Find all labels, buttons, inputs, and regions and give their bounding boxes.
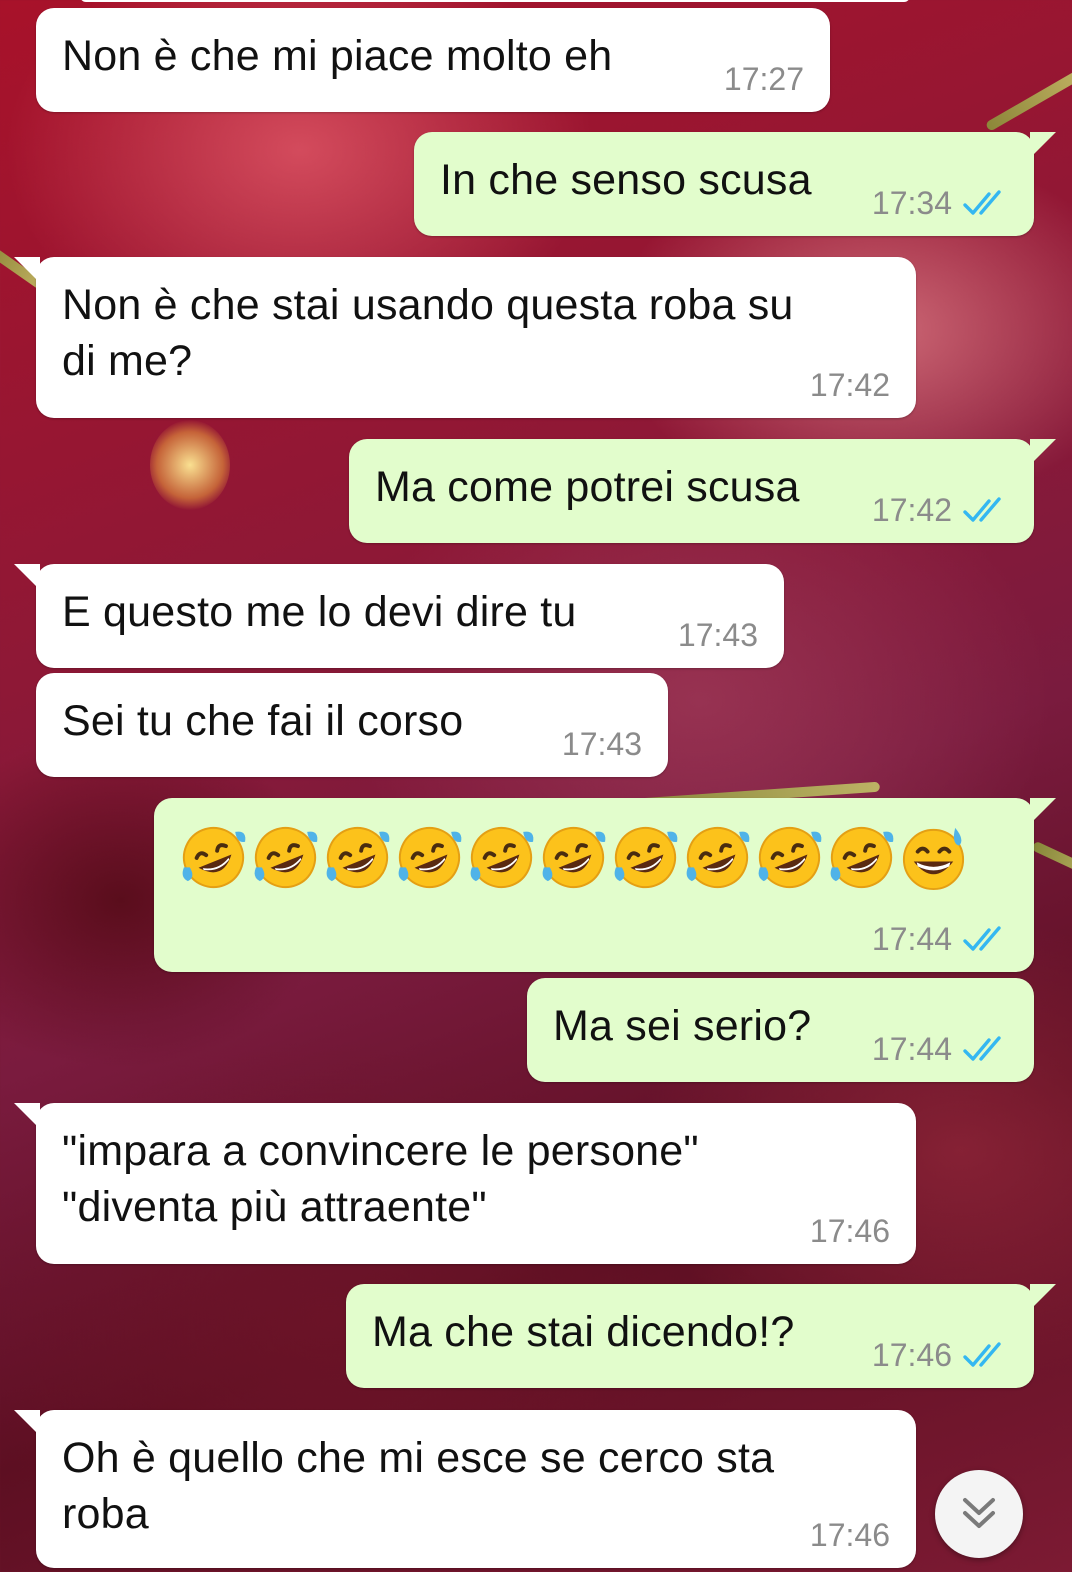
message-time: 17:46 — [809, 1213, 890, 1249]
outgoing-message[interactable]: Ma come potrei scusa 17:42 — [349, 439, 1056, 543]
message-meta: 17:43 — [678, 617, 758, 654]
outgoing-message[interactable]: Ma che stai dicendo!? 17:46 — [346, 1284, 1056, 1388]
message-time: 17:44 — [871, 921, 952, 957]
read-double-check-icon — [963, 925, 1001, 951]
incoming-message[interactable]: Non è che stai usando questa roba su di … — [14, 257, 916, 418]
incoming-message[interactable]: Non è che mi piace molto eh 17:27 — [36, 8, 830, 112]
rolling-on-floor-laughing-icon — [686, 826, 750, 889]
rolling-on-floor-laughing-icon — [614, 826, 678, 889]
message-time: 17:46 — [871, 1337, 952, 1373]
message-time: 17:46 — [809, 1517, 890, 1553]
message-meta: 17:44 — [872, 921, 1008, 958]
message-meta: 17:42 — [810, 367, 890, 404]
message-meta: 17:42 — [872, 492, 1008, 529]
message-meta: 17:43 — [562, 726, 642, 763]
message-meta: 17:44 — [872, 1031, 1008, 1068]
rolling-on-floor-laughing-icon — [254, 826, 318, 889]
read-double-check-icon — [963, 496, 1001, 522]
incoming-message[interactable]: E questo me lo devi dire tu 17:43 — [14, 564, 784, 668]
outgoing-message[interactable]: Ma sei serio? 17:44 — [527, 978, 1034, 1082]
message-time: 17:42 — [809, 367, 890, 403]
wallpaper-stem — [1031, 840, 1072, 880]
rolling-on-floor-laughing-icon — [470, 826, 534, 889]
message-meta: 17:46 — [810, 1517, 890, 1554]
message-meta: 17:46 — [872, 1337, 1008, 1374]
message-meta: 17:34 — [872, 185, 1008, 222]
read-double-check-icon — [963, 1035, 1001, 1061]
read-double-check-icon — [963, 189, 1001, 215]
scroll-to-bottom-button[interactable] — [935, 1470, 1023, 1558]
read-double-check-icon — [963, 1341, 1001, 1367]
rolling-on-floor-laughing-icon — [182, 826, 246, 889]
rolling-on-floor-laughing-icon — [830, 826, 894, 889]
message-text: Oh è quello che mi esce se cerco sta rob… — [62, 1434, 775, 1538]
message-meta: 17:27 — [724, 61, 804, 98]
incoming-message[interactable]: Sei tu che fai il corso 17:43 — [36, 673, 668, 777]
grinning-face-with-sweat-icon — [902, 827, 965, 891]
rolling-on-floor-laughing-icon — [326, 826, 390, 889]
message-text: "impara a convincere le persone" "divent… — [62, 1127, 699, 1231]
double-chevron-down-icon — [963, 1498, 995, 1528]
message-text: E questo me lo devi dire tu — [62, 588, 577, 636]
incoming-message[interactable]: Oh è quello che mi esce se cerco sta rob… — [14, 1410, 916, 1568]
message-text: Non è che stai usando questa roba su di … — [62, 281, 794, 385]
message-text: Non è che mi piace molto eh — [62, 32, 613, 80]
rolling-on-floor-laughing-icon — [758, 826, 822, 889]
outgoing-message[interactable]: 17:44 — [154, 798, 1056, 972]
message-time: 17:44 — [871, 1031, 952, 1067]
wallpaper-stem — [984, 68, 1072, 132]
message-time: 17:43 — [561, 726, 642, 762]
message-time: 17:42 — [871, 492, 952, 528]
message-text: Sei tu che fai il corso — [62, 697, 464, 745]
wallpaper-highlight — [150, 420, 230, 510]
emoji-row — [178, 818, 1008, 893]
rolling-on-floor-laughing-icon — [542, 826, 606, 889]
outgoing-message[interactable]: In che senso scusa 17:34 — [414, 132, 1056, 236]
message-time: 17:43 — [677, 617, 758, 653]
message-time: 17:27 — [723, 61, 804, 97]
incoming-message[interactable]: "impara a convincere le persone" "divent… — [14, 1103, 916, 1264]
message-time: 17:34 — [871, 185, 952, 221]
previous-bubble-edge — [80, 0, 910, 2]
message-meta: 17:46 — [810, 1213, 890, 1250]
rolling-on-floor-laughing-icon — [398, 826, 462, 889]
